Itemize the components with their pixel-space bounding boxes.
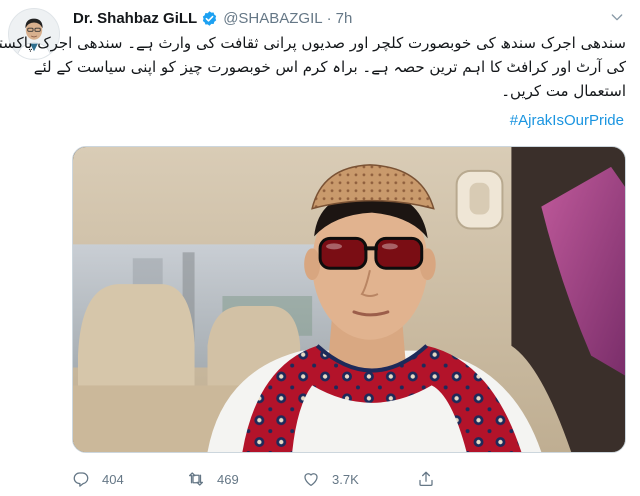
tweet-header: Dr. Shahbaz GiLL @SHABAZGIL · 7h [73,8,352,28]
author-name[interactable]: Dr. Shahbaz GiLL [73,10,197,27]
verified-badge-icon [201,10,218,27]
hashtag-link[interactable]: #AjrakIsOurPride [510,112,624,129]
separator-dot: · [326,9,332,27]
reply-count: 404 [102,471,124,487]
tweet-text: سندھی اجرک سندھ کی خوبصورت کلچر اور صدیو… [0,31,626,103]
tweet-text-line: کی آرٹ اور کرافٹ کا اہم ترین حصہ ہے۔ برا… [33,58,626,76]
retweet-icon [188,472,204,486]
share-icon [419,471,433,487]
tweet-text-line: سندھی اجرک سندھ کی خوبصورت کلچر اور صدیو… [0,34,626,52]
like-count: 3.7K [332,471,359,487]
tweet-card[interactable]: Dr. Shahbaz GiLL @SHABAZGIL · 7h سندھی ا… [0,0,640,496]
retweet-count: 469 [217,471,239,487]
tweet-actions: 404 469 3.7K [72,468,626,490]
tweet-text-line: استعمال مت کریں۔ [501,82,626,100]
tweet-timestamp[interactable]: 7h [336,10,353,27]
tweet-video[interactable] [72,146,626,453]
reply-icon [73,472,89,487]
retweet-button[interactable]: 469 [187,470,302,488]
like-button[interactable]: 3.7K [302,470,417,488]
heart-icon [304,473,318,487]
chevron-down-icon[interactable] [606,6,628,28]
reply-button[interactable]: 404 [72,470,187,488]
share-button[interactable] [417,470,447,488]
author-handle[interactable]: @SHABAZGIL [223,10,322,27]
